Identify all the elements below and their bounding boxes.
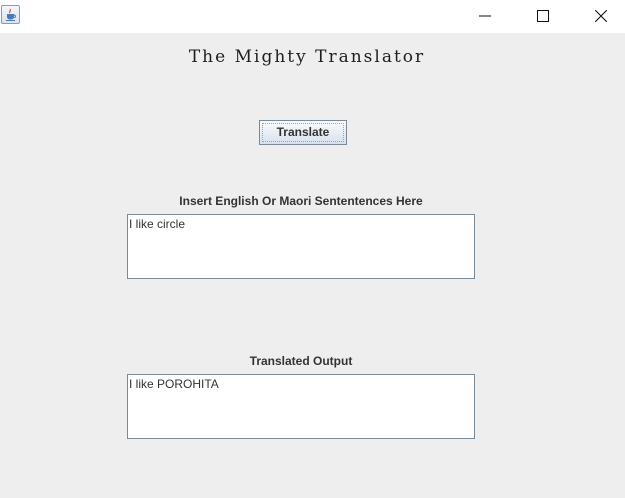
window-titlebar[interactable] [0, 0, 625, 33]
translate-button[interactable]: Translate [259, 120, 347, 145]
maximize-icon [537, 10, 549, 22]
close-button[interactable] [578, 0, 624, 33]
app-title: The Mighty Translator [188, 47, 426, 67]
translate-button-label: Translate [262, 123, 344, 142]
input-text-area[interactable]: I like circle [127, 214, 475, 279]
input-label: Insert English Or Maori Sententences Her… [179, 194, 423, 208]
close-icon [595, 10, 607, 22]
maximize-button[interactable] [520, 0, 566, 33]
java-cup-icon[interactable] [1, 5, 20, 24]
output-text-area[interactable]: I like POROHITA [127, 374, 475, 439]
output-label: Translated Output [249, 354, 353, 368]
app-content: The Mighty Translator Translate Insert E… [0, 33, 625, 498]
minimize-icon [479, 15, 491, 17]
minimize-button[interactable] [462, 0, 508, 33]
